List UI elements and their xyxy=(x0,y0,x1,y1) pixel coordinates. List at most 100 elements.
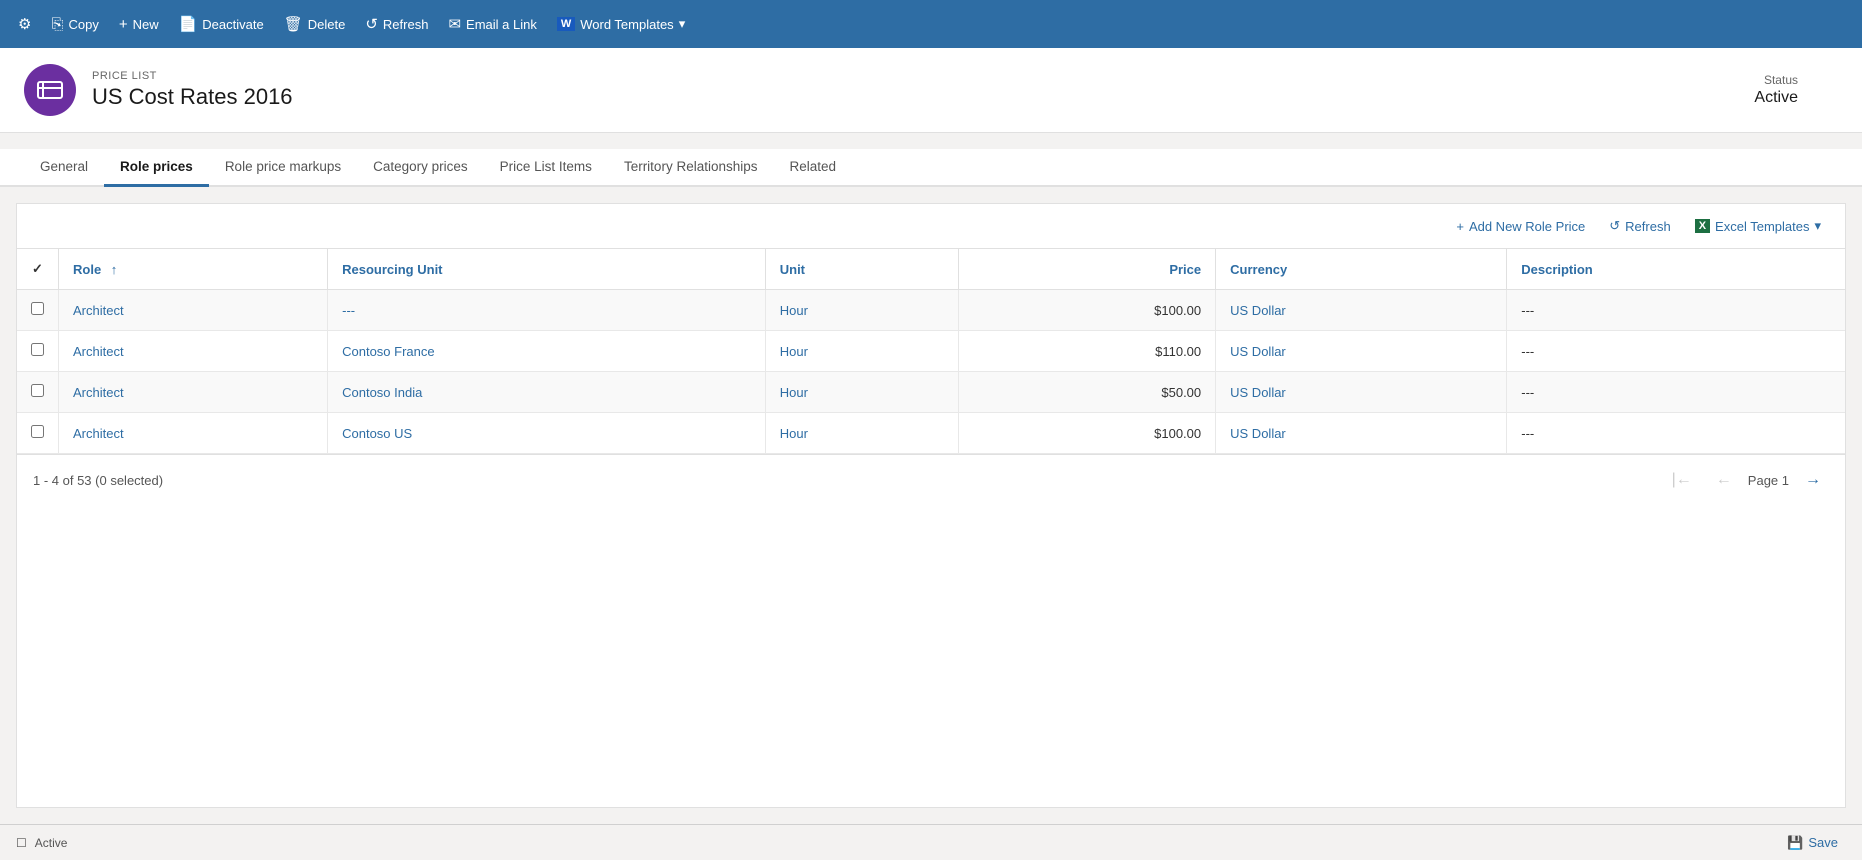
record-header: PRICE LIST US Cost Rates 2016 Status Act… xyxy=(0,48,1862,133)
record-type-label: PRICE LIST xyxy=(92,70,1738,82)
row-price: $100.00 xyxy=(959,413,1216,454)
row-description: --- xyxy=(1507,372,1845,413)
checkmark-icon: ✓ xyxy=(32,261,43,276)
row-price: $100.00 xyxy=(959,290,1216,331)
record-title: US Cost Rates 2016 xyxy=(92,84,1738,110)
deactivate-icon: 📄 xyxy=(179,15,198,33)
table-row[interactable]: Architect Contoso India Hour $50.00 US D… xyxy=(17,372,1845,413)
row-checkbox[interactable] xyxy=(17,331,59,372)
tab-role-prices[interactable]: Role prices xyxy=(104,149,209,187)
copy-button[interactable]: ⎘ Copy xyxy=(41,8,108,41)
deactivate-button[interactable]: 📄 Deactivate xyxy=(169,7,274,41)
role-column-header[interactable]: Role ↑ xyxy=(59,249,328,290)
select-all-column[interactable]: ✓ xyxy=(17,249,59,290)
settings-icon: ⚙ xyxy=(18,15,31,33)
excel-templates-button[interactable]: X Excel Templates ▾ xyxy=(1687,214,1829,238)
table-row[interactable]: Architect Contoso US Hour $100.00 US Dol… xyxy=(17,413,1845,454)
first-page-button[interactable]: |← xyxy=(1664,467,1700,493)
row-resourcing-unit[interactable]: --- xyxy=(328,290,766,331)
row-resourcing-unit[interactable]: Contoso India xyxy=(328,372,766,413)
main-content: + Add New Role Price ↺ Refresh X Excel T… xyxy=(0,187,1862,824)
prev-page-button[interactable]: ← xyxy=(1708,467,1740,493)
delete-icon: 🗑 xyxy=(284,15,303,33)
row-unit[interactable]: Hour xyxy=(765,372,958,413)
description-column-header[interactable]: Description xyxy=(1507,249,1845,290)
save-label: Save xyxy=(1808,835,1838,850)
add-new-role-price-button[interactable]: + Add New Role Price xyxy=(1448,215,1593,238)
row-resourcing-unit[interactable]: Contoso US xyxy=(328,413,766,454)
row-role[interactable]: Architect xyxy=(59,413,328,454)
new-button[interactable]: + New xyxy=(109,8,169,41)
row-unit[interactable]: Hour xyxy=(765,413,958,454)
tab-role-price-markups[interactable]: Role price markups xyxy=(209,149,357,187)
main-toolbar: ⚙ ⎘ Copy + New 📄 Deactivate 🗑 Delete ↺ R… xyxy=(0,0,1862,48)
row-description: --- xyxy=(1507,290,1845,331)
delete-button[interactable]: 🗑 Delete xyxy=(274,7,356,41)
table-row[interactable]: Architect Contoso France Hour $110.00 US… xyxy=(17,331,1845,372)
row-resourcing-unit[interactable]: Contoso France xyxy=(328,331,766,372)
sub-toolbar: + Add New Role Price ↺ Refresh X Excel T… xyxy=(17,204,1845,249)
excel-templates-label: Excel Templates xyxy=(1715,219,1809,234)
email-link-button[interactable]: ✉ Email a Link xyxy=(438,7,546,41)
tab-price-list-items[interactable]: Price List Items xyxy=(484,149,608,187)
email-label: Email a Link xyxy=(466,17,537,32)
tab-general[interactable]: General xyxy=(24,149,104,187)
row-checkbox[interactable] xyxy=(17,290,59,331)
sub-refresh-button[interactable]: ↺ Refresh xyxy=(1601,214,1678,238)
role-column-label: Role xyxy=(73,262,101,277)
role-prices-table-container: + Add New Role Price ↺ Refresh X Excel T… xyxy=(16,203,1846,808)
row-price: $110.00 xyxy=(959,331,1216,372)
add-new-role-price-label: Add New Role Price xyxy=(1469,219,1585,234)
status-value: Active xyxy=(1754,89,1798,107)
pagination-controls: |← ← Page 1 → xyxy=(1664,467,1829,493)
row-unit[interactable]: Hour xyxy=(765,331,958,372)
word-icon: W xyxy=(557,17,575,31)
row-checkbox[interactable] xyxy=(17,413,59,454)
tab-territory-relationships[interactable]: Territory Relationships xyxy=(608,149,774,187)
copy-icon: ⎘ xyxy=(51,16,63,33)
currency-column-header[interactable]: Currency xyxy=(1216,249,1507,290)
new-label: New xyxy=(133,17,159,32)
price-column-header[interactable]: Price xyxy=(959,249,1216,290)
next-page-button[interactable]: → xyxy=(1797,467,1829,493)
save-icon: 💾 xyxy=(1787,835,1803,851)
row-role[interactable]: Architect xyxy=(59,372,328,413)
status-section: Status Active xyxy=(1754,73,1838,107)
excel-chevron-icon: ▾ xyxy=(1814,218,1821,234)
word-label: Word Templates xyxy=(580,17,673,32)
save-button[interactable]: 💾 Save xyxy=(1779,831,1846,855)
unit-column-header[interactable]: Unit xyxy=(765,249,958,290)
sort-asc-icon: ↑ xyxy=(111,262,118,277)
row-currency[interactable]: US Dollar xyxy=(1216,372,1507,413)
row-currency[interactable]: US Dollar xyxy=(1216,413,1507,454)
row-description: --- xyxy=(1507,331,1845,372)
currency-column-label: Currency xyxy=(1230,262,1287,277)
tab-related[interactable]: Related xyxy=(774,149,853,187)
row-unit[interactable]: Hour xyxy=(765,290,958,331)
row-role[interactable]: Architect xyxy=(59,290,328,331)
refresh-button[interactable]: ↺ Refresh xyxy=(355,7,438,41)
refresh-icon: ↺ xyxy=(365,15,378,33)
row-currency[interactable]: US Dollar xyxy=(1216,331,1507,372)
word-templates-button[interactable]: W Word Templates ▾ xyxy=(547,8,695,40)
copy-label: Copy xyxy=(68,17,98,32)
row-description: --- xyxy=(1507,413,1845,454)
description-column-label: Description xyxy=(1521,262,1593,277)
tab-category-prices[interactable]: Category prices xyxy=(357,149,484,187)
table-body: Architect --- Hour $100.00 US Dollar ---… xyxy=(17,290,1845,454)
header-info: PRICE LIST US Cost Rates 2016 xyxy=(92,70,1738,110)
status-bar: ☐ Active 💾 Save xyxy=(0,824,1862,860)
row-checkbox[interactable] xyxy=(17,372,59,413)
sub-refresh-icon: ↺ xyxy=(1609,218,1620,234)
settings-button[interactable]: ⚙ xyxy=(8,7,41,41)
pagination-summary: 1 - 4 of 53 (0 selected) xyxy=(33,473,163,488)
row-role[interactable]: Architect xyxy=(59,331,328,372)
table-row[interactable]: Architect --- Hour $100.00 US Dollar --- xyxy=(17,290,1845,331)
new-icon: + xyxy=(119,16,128,33)
price-column-label: Price xyxy=(1169,262,1201,277)
resourcing-unit-column-header[interactable]: Resourcing Unit xyxy=(328,249,766,290)
status-right: 💾 Save xyxy=(1779,831,1846,855)
row-currency[interactable]: US Dollar xyxy=(1216,290,1507,331)
page-label: Page 1 xyxy=(1748,473,1789,488)
email-icon: ✉ xyxy=(448,15,461,33)
